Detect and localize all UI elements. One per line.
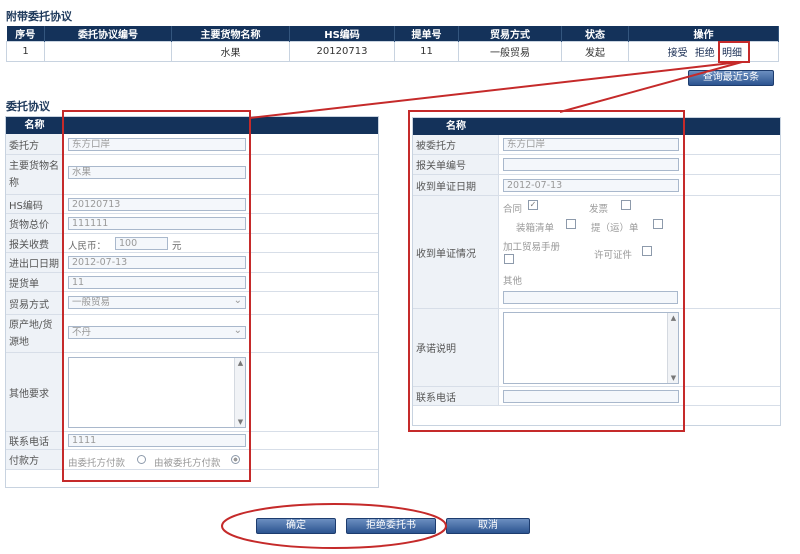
annotation-line-left: [249, 61, 741, 119]
annotation-lines: [221, 61, 743, 549]
annotation-line-right: [559, 61, 743, 113]
annotation-buttons-ellipse: [221, 503, 447, 549]
